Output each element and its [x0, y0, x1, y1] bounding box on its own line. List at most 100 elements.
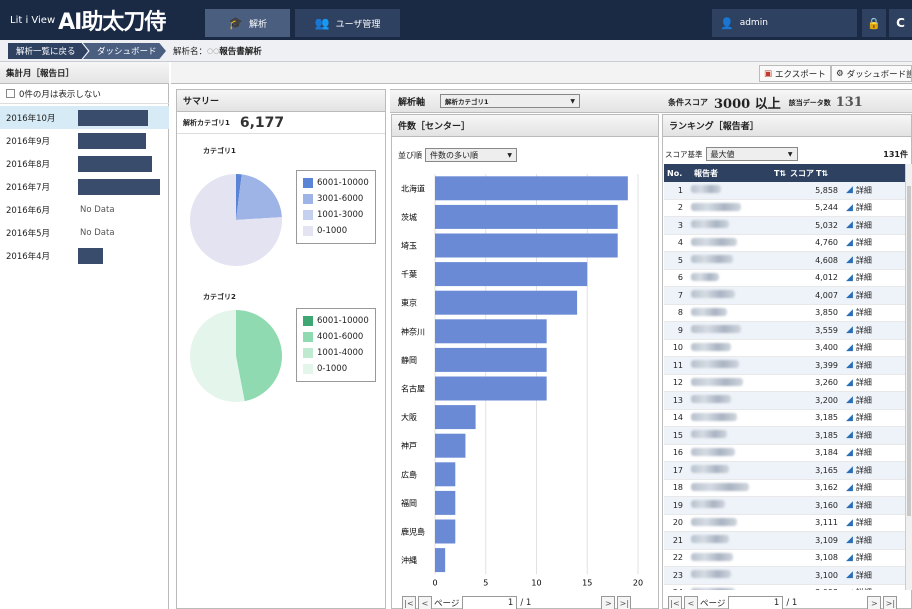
hide-zero-checkbox[interactable]	[6, 89, 15, 98]
bar[interactable]	[435, 405, 476, 430]
bar[interactable]	[435, 290, 578, 315]
bar[interactable]	[435, 519, 456, 544]
scrollbar-thumb[interactable]	[907, 186, 911, 516]
detail-link[interactable]: ◢詳細	[846, 500, 872, 511]
first-page-button[interactable]: |<	[668, 596, 682, 609]
table-row[interactable]: 14 3,185 ◢ 詳細	[664, 410, 905, 427]
table-row[interactable]: 12 3,260 ◢ 詳細	[664, 375, 905, 392]
refresh-button[interactable]: C	[889, 9, 912, 37]
bar[interactable]	[435, 490, 456, 515]
table-row[interactable]: 3 5,032 ◢ 詳細	[664, 217, 905, 235]
table-row[interactable]: 22 3,108 ◢ 詳細	[664, 550, 905, 567]
bar[interactable]	[435, 462, 456, 487]
bar[interactable]	[435, 548, 446, 573]
detail-link[interactable]: ◢詳細	[846, 587, 872, 590]
detail-link[interactable]: ◢詳細	[846, 377, 872, 388]
detail-link[interactable]: ◢詳細	[846, 552, 872, 563]
first-page-button[interactable]: |<	[402, 596, 416, 609]
table-row[interactable]: 5 4,608 ◢ 詳細	[664, 252, 905, 270]
detail-link[interactable]: ◢詳細	[846, 202, 872, 213]
table-row[interactable]: 13 3,200 ◢ 詳細	[664, 392, 905, 410]
filter-sort-icon[interactable]: T⇅	[774, 169, 790, 178]
detail-link[interactable]: ◢詳細	[846, 360, 872, 371]
nav-analysis[interactable]: 🎓 解析	[205, 9, 290, 37]
pie-slice[interactable]	[236, 310, 282, 402]
detail-link[interactable]: ◢詳細	[846, 517, 872, 528]
lock-button[interactable]: 🔒	[862, 9, 886, 37]
table-row[interactable]: 11 3,399 ◢ 詳細	[664, 357, 905, 375]
bar[interactable]	[435, 376, 547, 401]
table-row[interactable]: 2 5,244 ◢ 詳細	[664, 200, 905, 217]
last-page-button[interactable]: >|	[883, 596, 898, 609]
last-page-button[interactable]: >|	[617, 596, 632, 609]
hide-zero-months-toggle[interactable]: 0件の月は表示しない	[0, 84, 169, 104]
table-row[interactable]: 10 3,400 ◢ 詳細	[664, 340, 905, 357]
bar[interactable]	[435, 262, 588, 287]
sort-select[interactable]: 件数の多い順 ▼	[425, 148, 517, 162]
month-row[interactable]: 2016年6月 No Data	[0, 198, 169, 221]
month-row[interactable]: 2016年5月 No Data	[0, 221, 169, 244]
detail-link[interactable]: ◢詳細	[846, 307, 872, 318]
detail-link[interactable]: ◢詳細	[846, 290, 872, 301]
ranking-scrollbar[interactable]	[905, 164, 912, 590]
bar[interactable]	[435, 347, 547, 372]
table-row[interactable]: 20 3,111 ◢ 詳細	[664, 515, 905, 532]
nav-user-management[interactable]: 👥 ユーザ管理	[295, 9, 400, 37]
export-button[interactable]: ▣ エクスポート	[759, 65, 831, 82]
page-input[interactable]: 1	[462, 596, 518, 609]
score-basis-select[interactable]: 最大値 ▼	[705, 147, 798, 161]
bar[interactable]	[435, 176, 628, 201]
detail-link[interactable]: ◢詳細	[846, 220, 872, 231]
month-row[interactable]: 2016年8月	[0, 152, 169, 175]
month-row[interactable]: 2016年7月	[0, 175, 169, 198]
next-page-button[interactable]: >	[867, 596, 882, 609]
table-row[interactable]: 23 3,100 ◢ 詳細	[664, 567, 905, 585]
table-row[interactable]: 17 3,165 ◢ 詳細	[664, 462, 905, 480]
col-score[interactable]: スコア	[790, 168, 816, 179]
col-reporter[interactable]: 報告者	[686, 168, 774, 179]
dashboard-crumb[interactable]: ダッシュボード	[83, 43, 166, 59]
table-row[interactable]: 24 3,098 ◢詳細	[664, 585, 905, 590]
detail-link[interactable]: ◢詳細	[846, 465, 872, 476]
table-row[interactable]: 9 3,559 ◢ 詳細	[664, 322, 905, 340]
month-row[interactable]: 2016年10月	[0, 106, 169, 129]
back-to-list-link[interactable]: 解析一覧に戻る	[8, 43, 88, 59]
next-page-button[interactable]: >	[601, 596, 616, 609]
page-input[interactable]: 1	[728, 596, 784, 609]
bar[interactable]	[435, 319, 547, 344]
detail-link[interactable]: ◢詳細	[846, 535, 872, 546]
prev-page-button[interactable]: <	[418, 596, 432, 609]
detail-link[interactable]: ◢詳細	[846, 325, 872, 336]
table-row[interactable]: 1 5,858 ◢ 詳細	[664, 182, 905, 200]
detail-link[interactable]: ◢詳細	[846, 395, 872, 406]
table-row[interactable]: 19 3,160 ◢ 詳細	[664, 497, 905, 515]
bar[interactable]	[435, 204, 618, 229]
month-row[interactable]: 2016年9月	[0, 129, 169, 152]
detail-link[interactable]: ◢詳細	[846, 570, 872, 581]
detail-link[interactable]: ◢詳細	[846, 272, 872, 283]
table-row[interactable]: 8 3,850 ◢ 詳細	[664, 305, 905, 322]
table-row[interactable]: 4 4,760 ◢ 詳細	[664, 235, 905, 252]
table-row[interactable]: 7 4,007 ◢ 詳細	[664, 287, 905, 305]
axis-select[interactable]: 解析カテゴリ1 ▼	[440, 94, 580, 108]
table-row[interactable]: 18 3,162 ◢ 詳細	[664, 480, 905, 497]
filter-sort-icon[interactable]: T⇅	[816, 169, 832, 178]
detail-link[interactable]: ◢詳細	[846, 185, 872, 196]
table-row[interactable]: 21 3,109 ◢ 詳細	[664, 532, 905, 550]
user-menu[interactable]: 👤 admin	[712, 9, 857, 37]
detail-link[interactable]: ◢詳細	[846, 430, 872, 441]
detail-link[interactable]: ◢詳細	[846, 482, 872, 493]
table-row[interactable]: 16 3,184 ◢ 詳細	[664, 445, 905, 462]
dashboard-settings-button[interactable]: ⚙ ダッシュボード設定	[831, 65, 912, 82]
bar[interactable]	[435, 233, 618, 258]
prev-page-button[interactable]: <	[684, 596, 698, 609]
table-row[interactable]: 15 3,185 ◢ 詳細	[664, 427, 905, 445]
month-row[interactable]: 2016年4月	[0, 244, 169, 267]
detail-link[interactable]: ◢詳細	[846, 237, 872, 248]
detail-link[interactable]: ◢詳細	[846, 412, 872, 423]
table-row[interactable]: 6 4,012 ◢ 詳細	[664, 270, 905, 287]
detail-link[interactable]: ◢詳細	[846, 342, 872, 353]
col-no[interactable]: No.	[664, 169, 686, 178]
pie-slice[interactable]	[236, 174, 282, 220]
bar[interactable]	[435, 433, 466, 458]
